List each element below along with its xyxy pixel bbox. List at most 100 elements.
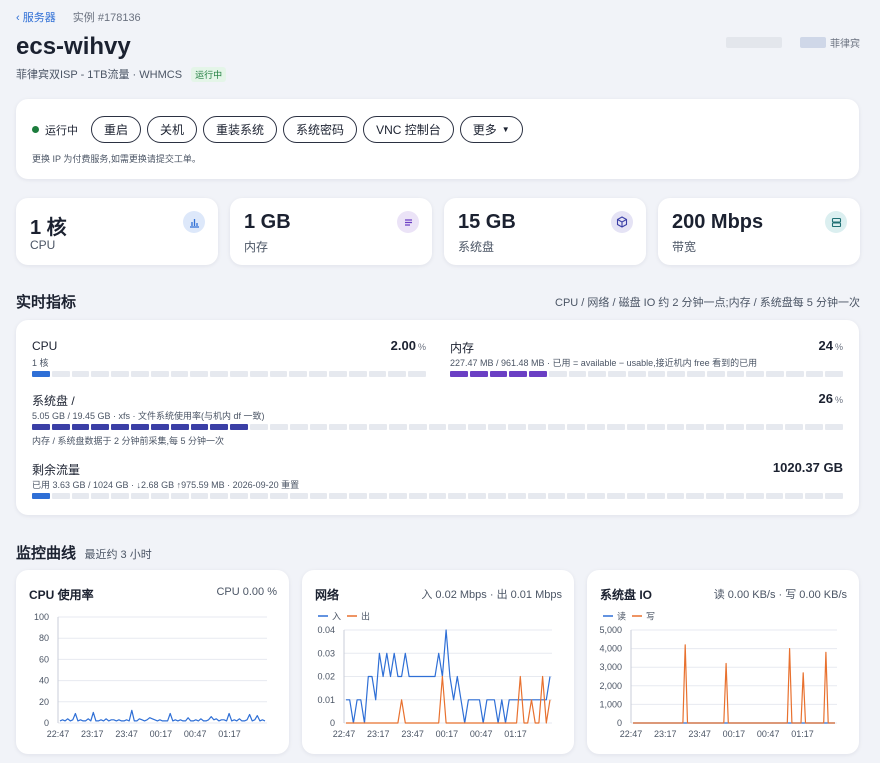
bar-segment	[369, 493, 387, 499]
memory-metric-name: 内存	[450, 341, 475, 355]
bar-segment	[309, 493, 328, 499]
back-link[interactable]: ‹ 服务器	[16, 12, 56, 24]
cpu-metric-sub: 1 核	[32, 358, 49, 368]
y-tick-label: 5,000	[599, 625, 622, 635]
bar-segment	[190, 424, 209, 430]
bar-segment	[170, 424, 189, 430]
bar-segment	[745, 493, 764, 499]
legend-label: 入	[332, 612, 341, 622]
bar-segment	[450, 371, 468, 377]
bar-segment	[348, 371, 367, 377]
legend-label: 写	[646, 612, 655, 622]
x-tick-label: 23:17	[81, 729, 104, 739]
chart-title: CPU 使用率	[29, 588, 94, 602]
bar-segment	[71, 424, 90, 430]
bar-segment	[328, 371, 347, 377]
memory-unit: %	[834, 342, 843, 352]
server-icon	[825, 211, 847, 233]
bar-segment	[527, 493, 546, 499]
x-tick-label: 01:17	[791, 729, 814, 739]
bar-segment	[269, 371, 288, 377]
y-tick-label: 3,000	[599, 662, 622, 672]
bar-segment	[646, 493, 665, 499]
bar-segment	[190, 493, 209, 499]
bar-segment	[725, 493, 744, 499]
y-tick-label: 40	[39, 676, 49, 686]
bar-segment	[408, 371, 426, 377]
stat-card-bandwidth: 200 Mbps 带宽	[658, 198, 860, 265]
bar-segment	[626, 493, 645, 499]
cpu-metric-name: CPU	[32, 339, 58, 353]
bar-segment	[567, 424, 586, 430]
chart-summary: 读 0.00 KB/s · 写 0.00 KB/s	[713, 589, 847, 601]
bar-segment	[726, 371, 745, 377]
cube-icon	[611, 211, 633, 233]
bar-segment	[408, 493, 427, 499]
x-tick-label: 22:47	[47, 729, 70, 739]
bar-segment	[210, 424, 229, 430]
chart-summary: 入 0.02 Mbps · 出 0.01 Mbps	[421, 589, 562, 601]
shutdown-button[interactable]: 关机	[147, 116, 198, 143]
bar-segment	[785, 493, 804, 499]
stat-label: 带宽	[672, 240, 697, 254]
bar-segment	[289, 493, 308, 499]
cpu-value: 2.00	[390, 338, 416, 353]
bar-segment	[111, 493, 130, 499]
bar-segment	[725, 424, 744, 430]
stat-card-disk: 15 GB 系统盘	[444, 198, 646, 265]
bar-segment	[607, 493, 625, 499]
bar-segment	[646, 424, 665, 430]
bar-segment	[647, 371, 666, 377]
memory-metric-sub: 227.47 MB / 961.48 MB · 已用 = available −…	[450, 358, 758, 368]
cpu-unit: %	[417, 342, 426, 352]
bar-segment	[529, 371, 547, 377]
bar-segment	[131, 493, 149, 499]
y-tick-label: 80	[39, 633, 49, 643]
disk-metric-sub: 5.05 GB / 19.45 GB · xfs · 文件系统使用率(与机内 d…	[32, 411, 265, 421]
chart-icon	[183, 211, 205, 233]
bar-segment	[687, 371, 705, 377]
bar-segment	[131, 424, 149, 430]
cpu-usage-chart: 100 80 60 40 20 022:47 23:17 23:47 00:17 00:47 01:…	[34, 612, 267, 739]
x-tick-label: 23:17	[367, 729, 390, 739]
x-tick-label: 23:47	[401, 729, 424, 739]
bar-segment	[388, 424, 407, 430]
y-tick-label: 0	[330, 718, 335, 728]
reinstall-button[interactable]: 重装系统	[203, 116, 278, 143]
bar-segment	[368, 371, 387, 377]
disk-metric-name: 系统盘 /	[32, 394, 75, 408]
disk-usage-bar	[32, 424, 843, 430]
bar-segment	[588, 371, 606, 377]
network-chart: 入 出 0.04 0.03 0.02 0.01 022:47 23:17 23:47 00:17 0…	[317, 611, 552, 739]
x-tick-label: 00:47	[184, 729, 207, 739]
bar-segment	[825, 371, 843, 377]
instance-id: 实例 #178136	[72, 12, 141, 24]
bar-segment	[488, 424, 506, 430]
bar-segment	[507, 424, 526, 430]
stat-value: 1 GB	[244, 211, 291, 233]
network-chart-card: 网络 入 0.02 Mbps · 出 0.01 Mbps 入 出 0.04 0.03 0…	[302, 570, 574, 754]
bar-segment	[51, 493, 70, 499]
monitor-title-text: 监控曲线	[16, 545, 77, 562]
bar-segment	[329, 424, 348, 430]
bar-segment	[805, 424, 824, 430]
bar-segment	[71, 371, 90, 377]
vnc-console-button[interactable]: VNC 控制台	[363, 116, 454, 143]
bar-segment	[249, 371, 268, 377]
breadcrumb: ‹ 服务器 实例 #178136	[16, 9, 141, 25]
y-tick-label: 4,000	[599, 644, 622, 654]
status-dot-icon	[32, 126, 39, 133]
x-tick-label: 00:17	[436, 729, 459, 739]
more-button[interactable]: 更多 ▼	[459, 116, 523, 143]
blurred-flag-block	[800, 37, 826, 48]
run-status-label: 运行中	[45, 124, 78, 137]
password-button[interactable]: 系统密码	[283, 116, 358, 143]
traffic-metric-sub: 已用 3.63 GB / 1024 GB · ↓2.68 GB ↑975.59 …	[32, 480, 300, 490]
disk-unit: %	[834, 395, 843, 405]
chart-title: 网络	[315, 588, 340, 602]
stat-card-memory: 1 GB 内存	[230, 198, 432, 265]
bar-segment	[51, 371, 70, 377]
bar-segment	[468, 493, 487, 499]
restart-button[interactable]: 重启	[91, 116, 142, 143]
cpu-chart-card: CPU 使用率 CPU 0.00 % 100 80 60 40 20 0 22:47 23:1…	[16, 570, 289, 754]
